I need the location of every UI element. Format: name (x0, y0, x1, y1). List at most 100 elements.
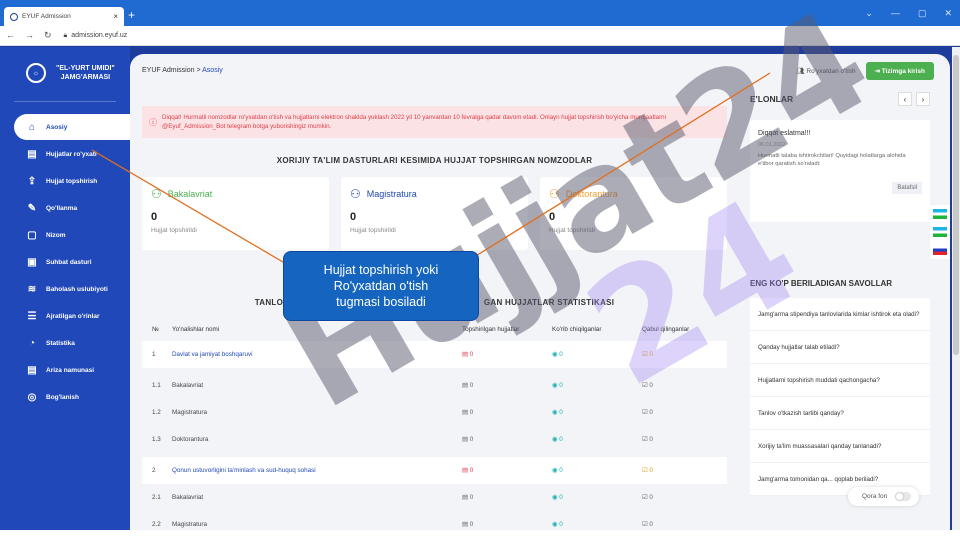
file-icon: ▤ (462, 467, 470, 474)
brand-line2: JAMG'ARMASI (60, 74, 111, 81)
sidebar-item-nizom[interactable]: ▢ Nizom (0, 222, 130, 248)
home-icon: ⌂ (28, 121, 36, 133)
cell-submitted: ▤ 0 (462, 484, 552, 511)
cell-accepted: ☑ 0 (642, 341, 727, 368)
cell-accepted: ☑ 0 (642, 457, 727, 484)
cell-no-text: 1.1 (152, 382, 161, 389)
language-switcher (930, 205, 950, 259)
toggle-switch[interactable] (895, 492, 912, 501)
cell-viewed: ◉ 0 (552, 457, 642, 484)
toggle-label: Qora fon (862, 493, 888, 500)
next-icon[interactable]: › (916, 92, 930, 106)
alert-banner: ⓘ Diqqat! Hurmatli nomzodlar ro'yxatdan … (142, 106, 727, 138)
sidebar-item-label: Ajratilgan o'rinlar (46, 312, 100, 320)
sidebar-item-hujjat-topshirish[interactable]: ⇪ Hujjat topshirish (0, 168, 130, 194)
scrollbar-thumb[interactable] (953, 55, 959, 355)
cell-accepted-text: 0 (649, 409, 653, 416)
prev-icon[interactable]: ‹ (898, 92, 912, 106)
sidebar-item-suhbat[interactable]: ▣ Suhbat dasturi (0, 249, 130, 275)
main-panel: EYUF Admission > Asosiy 👥︎ Ro'yxatdan o'… (130, 54, 950, 530)
file-icon: ▤ (462, 409, 470, 416)
cell-viewed-text: 0 (559, 494, 563, 501)
card-value: 0 (151, 211, 158, 223)
reload-icon[interactable]: ↻ (44, 30, 52, 41)
browser-tab[interactable]: EYUF Admission × (4, 7, 124, 26)
cell-name-text: Bakalavriat (172, 382, 204, 389)
close-tab-icon[interactable]: × (113, 12, 118, 21)
cell-no-text: 2.1 (152, 494, 161, 501)
url-text: admission.eyuf.uz (71, 32, 128, 39)
register-link[interactable]: 👥︎ Ro'yxatdan o'tish (796, 67, 855, 75)
news-text: Hurmatli talaba ishtirokchilari! Quyidag… (758, 153, 906, 167)
sidebar-item-statistika[interactable]: ◔ Statistika (0, 330, 130, 356)
cell-viewed: ◉ 0 (552, 399, 642, 426)
cell-name-text: Qonun ustuvorligini ta'minlash va sud-hu… (172, 467, 316, 474)
brand[interactable]: ☼ "EL-YURT UMIDI" JAMG'ARMASI (0, 47, 130, 83)
sidebar-item-label: Nizom (46, 231, 66, 239)
address-bar: ← → ↻ 🔒︎ admission.eyuf.uz ⊕ ☆ ✱ ⋮ (0, 26, 960, 74)
col-viewed: Ko'rib chiqilganlar (552, 325, 602, 333)
right-column: E'LONLAR ‹ › Diqqat eslatma!!! 06.01.202… (750, 92, 930, 496)
cell-no: 2.2 (142, 511, 172, 530)
maximize-icon[interactable]: ▢ (918, 8, 927, 19)
sidebar-item-ajratilgan[interactable]: ☰ Ajratilgan o'rinlar (0, 303, 130, 329)
cell-no-text: 2 (152, 467, 156, 474)
more-button[interactable]: Batafsil (892, 182, 922, 194)
cell-accepted: ☑ 0 (642, 399, 727, 426)
register-label: Ro'yxatdan o'tish (806, 68, 856, 75)
back-icon[interactable]: ← (6, 30, 15, 41)
sidebar-item-label: Qo'llanma (46, 204, 78, 212)
cell-viewed-text: 0 (559, 521, 563, 528)
table-row: 1.2 Magistratura ▤ 0 ◉ 0 ☑ 0 (142, 399, 727, 426)
document-icon: ▤ (27, 364, 37, 376)
flag-uz-cyrillic-icon[interactable] (933, 227, 947, 237)
cell-accepted-text: 0 (649, 467, 653, 474)
url-field[interactable]: 🔒︎ admission.eyuf.uz (64, 32, 128, 40)
faq-item[interactable]: Tanlov o'tkazish tartibi qanday? (750, 397, 930, 430)
news-title: Diqqat eslatma!!! (758, 130, 811, 137)
faq-item[interactable]: Xorijiy ta'lim muassasalari qanday tanla… (750, 430, 930, 463)
login-button[interactable]: ⇥ Tizimga kirish (865, 62, 934, 80)
minimize-icon[interactable]: — (891, 8, 900, 19)
card-subtitle: Hujjat topshirildi (151, 227, 197, 234)
stats-title: TANLOV GAN HUJJATLAR STATISTIKASI (142, 298, 727, 307)
sidebar-item-boglanish[interactable]: ◎ Bog'lanish (0, 384, 130, 410)
forward-icon[interactable]: → (25, 30, 34, 41)
sidebar-item-label: Suhbat dasturi (46, 258, 92, 266)
scrollbar[interactable] (952, 47, 960, 530)
breadcrumb-root[interactable]: EYUF Admission (142, 67, 195, 74)
sidebar-item-hujjatlar[interactable]: ▤ Hujjatlar ro'yxati (0, 141, 130, 167)
table-row[interactable]: 2 Qonun ustuvorligini ta'minlash va sud-h… (142, 457, 727, 484)
cell-accepted-text: 0 (649, 436, 653, 443)
sidebar-item-label: Hujjat topshirish (46, 177, 98, 185)
dark-mode-toggle[interactable]: Qora fon (848, 487, 920, 506)
dropdown-icon[interactable]: ⌄ (865, 8, 873, 19)
pie-chart-icon: ◔ (28, 337, 36, 349)
cell-accepted: ☑ 0 (642, 484, 727, 511)
cell-name-text: Magistratura (172, 521, 207, 528)
table-row[interactable]: 1 Davlat va jamiyat boshqaruvi ▤ 0 ◉ 0 ☑ 0 (142, 341, 727, 368)
flag-uz-latin-icon[interactable] (933, 209, 947, 219)
faq-item[interactable]: Jamg'arma stipendiya tanlovlarida kimlar… (750, 298, 930, 331)
cell-submitted: ▤ 0 (462, 426, 552, 453)
card-magistratura: ⚇ Magistratura 0 Hujjat topshirildi (341, 177, 528, 250)
cell-viewed-text: 0 (559, 351, 563, 358)
card-doktorantura: ⚇ Doktorantura 0 Hujjat topshirildi (540, 177, 727, 250)
news-heading: E'LONLAR (750, 94, 794, 104)
sidebar-item-qollanma[interactable]: ✎ Qo'llanma (0, 195, 130, 221)
faq-item[interactable]: Qanday hujjatlar talab etiladi? (750, 331, 930, 364)
logo-icon: ☼ (26, 63, 46, 83)
new-tab-button[interactable]: + (128, 8, 135, 22)
sidebar-item-baholash[interactable]: ≋ Baholash uslubiyoti (0, 276, 130, 302)
sidebar-item-ariza[interactable]: ▤ Ariza namunasi (0, 357, 130, 383)
sidebar-item-asosiy[interactable]: ⌂ Asosiy (14, 114, 130, 140)
breadcrumb-current: Asosiy (202, 67, 223, 74)
cell-name-text: Magistratura (172, 409, 207, 416)
cell-no-text: 2.2 (152, 521, 161, 528)
cell-submitted: ▤ 0 (462, 341, 552, 368)
flag-ru-icon[interactable] (933, 245, 947, 255)
cell-viewed: ◉ 0 (552, 511, 642, 530)
close-window-icon[interactable]: ✕ (944, 8, 952, 19)
table-row: 2.1 Bakalavriat ▤ 0 ◉ 0 ☑ 0 (142, 484, 727, 511)
faq-item[interactable]: Hujjatlarni topshirish muddati qachongac… (750, 364, 930, 397)
